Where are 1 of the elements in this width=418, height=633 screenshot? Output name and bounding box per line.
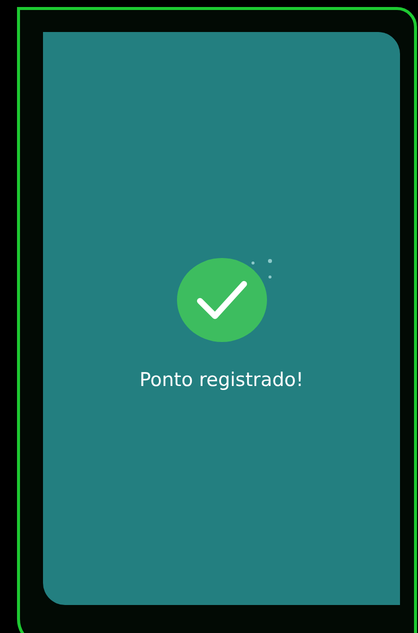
success-message: Ponto registrado! [139, 369, 304, 391]
